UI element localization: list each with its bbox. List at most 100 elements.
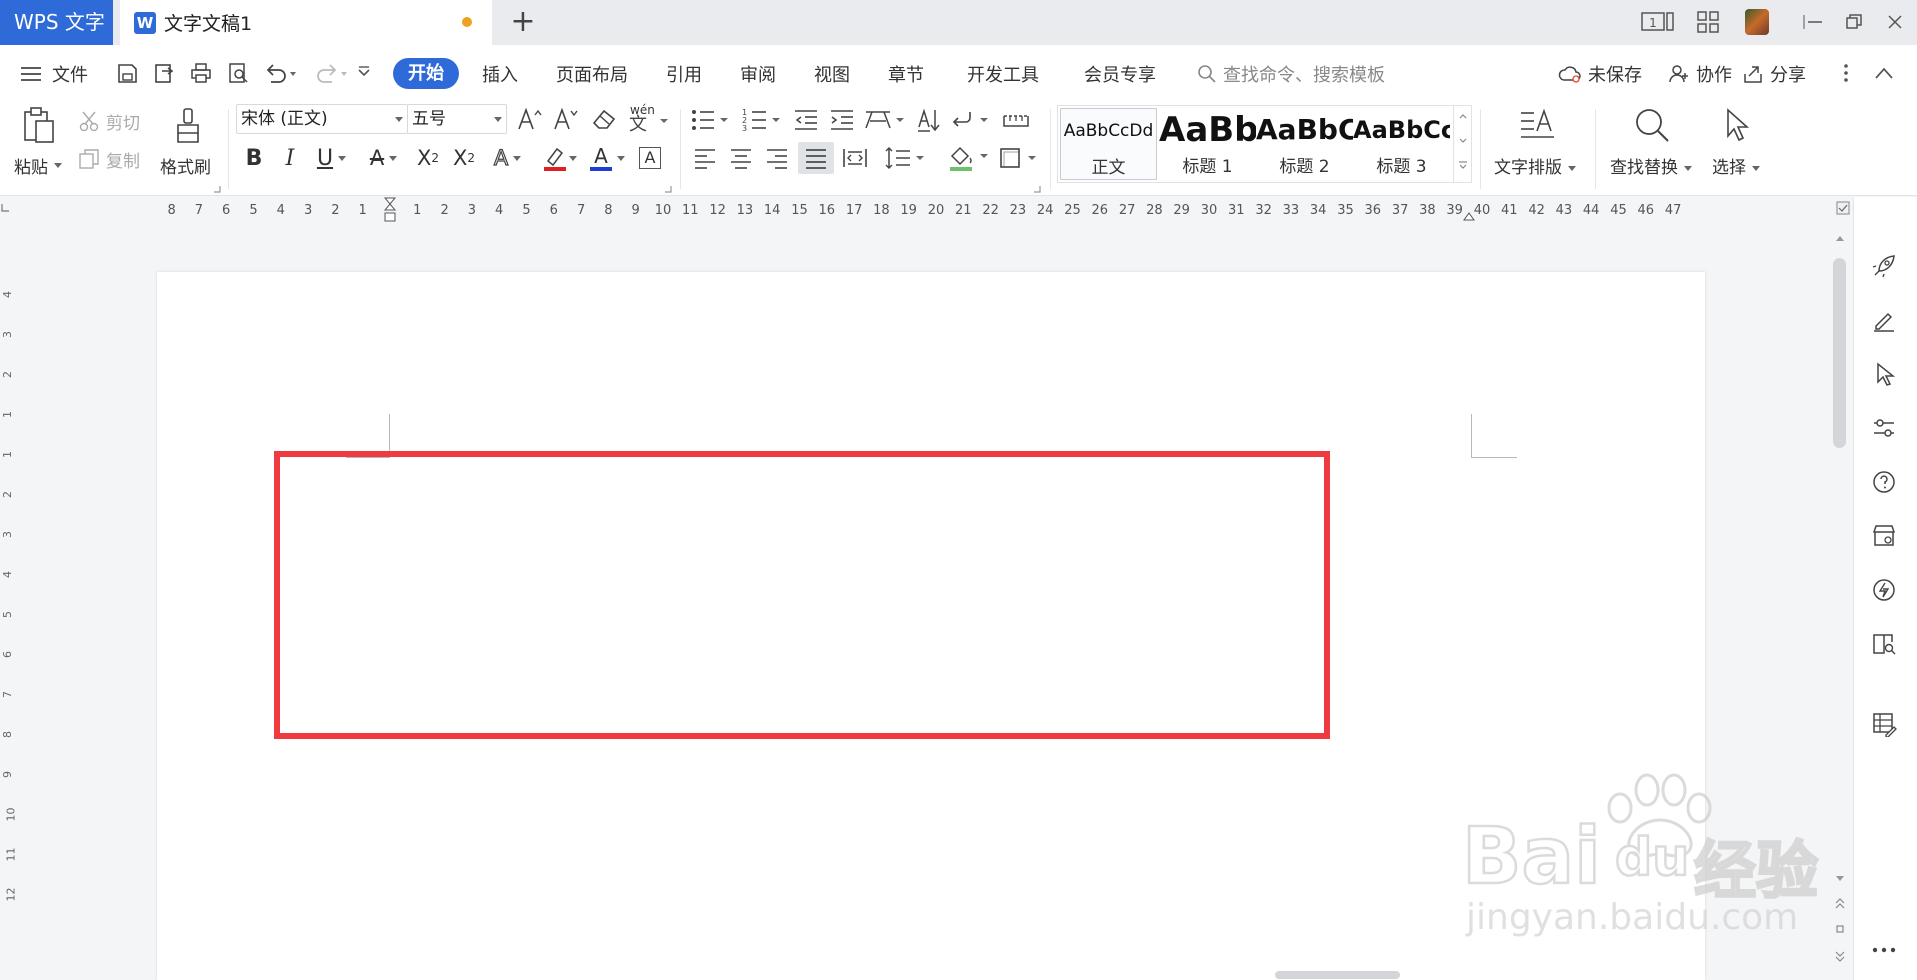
sidebar-rocket-button[interactable] — [1866, 248, 1902, 284]
underline-button[interactable]: U — [310, 141, 354, 175]
collaborate-button[interactable]: 协作 — [1668, 61, 1732, 87]
tab-home[interactable]: 开始 — [393, 58, 459, 89]
borders-button[interactable] — [998, 143, 1042, 173]
export-pdf-button[interactable] — [150, 59, 178, 87]
superscript-button[interactable]: X2 — [412, 141, 444, 175]
redo-button[interactable] — [312, 59, 352, 87]
save-quick-button[interactable] — [113, 59, 141, 87]
share-button[interactable]: 分享 — [1742, 61, 1806, 87]
justify-button[interactable] — [798, 142, 834, 174]
collapse-ribbon-button[interactable] — [1870, 59, 1898, 87]
paste-button[interactable] — [18, 105, 60, 147]
numbering-button[interactable]: 123 — [742, 105, 786, 135]
sidebar-properties-button[interactable] — [1866, 410, 1902, 446]
align-left-button[interactable] — [690, 143, 720, 173]
horizontal-scroll-thumb[interactable] — [1275, 971, 1400, 979]
bold-button[interactable]: B — [240, 141, 268, 175]
select-button[interactable]: 选择 — [1712, 153, 1761, 178]
line-spacing-button[interactable] — [884, 143, 928, 173]
paste-label[interactable]: 粘贴 — [14, 153, 48, 178]
sidebar-select-button[interactable] — [1866, 356, 1902, 392]
document-tab[interactable]: W 文字文稿1 — [120, 0, 492, 45]
apps-grid-button[interactable] — [1692, 8, 1724, 36]
strikethrough-button[interactable]: A — [362, 141, 406, 175]
chinese-layout-button[interactable] — [864, 105, 908, 135]
minimize-button[interactable] — [1800, 8, 1830, 36]
restore-button[interactable] — [1839, 8, 1869, 36]
sidebar-edit-button[interactable] — [1866, 302, 1902, 338]
indent-marker-icon[interactable] — [383, 197, 397, 231]
customize-toolbar-button[interactable] — [350, 59, 378, 87]
align-right-button[interactable] — [762, 143, 792, 173]
unsaved-status-button[interactable]: 未保存 — [1558, 61, 1642, 87]
vertical-ruler[interactable]: 4 3 2 1 1 2 3 4 5 6 7 8 9 10 11 12 — [1, 270, 20, 970]
page-view-button[interactable]: 1 — [1640, 8, 1676, 36]
find-replace-icon-button[interactable] — [1630, 105, 1674, 145]
font-name-select[interactable]: 宋体 (正文) — [236, 104, 408, 134]
right-indent-marker-icon[interactable] — [1462, 209, 1476, 221]
show-hide-marks-button[interactable] — [950, 105, 994, 135]
tab-references[interactable]: 引用 — [666, 61, 702, 87]
table-tools-button[interactable] — [1000, 105, 1032, 135]
undo-button[interactable] — [261, 59, 301, 87]
tab-view[interactable]: 视图 — [814, 61, 850, 87]
print-preview-button[interactable] — [224, 59, 252, 87]
print-button[interactable] — [187, 59, 215, 87]
format-painter-button[interactable] — [168, 105, 208, 147]
shrink-font-button[interactable] — [552, 105, 580, 133]
file-menu[interactable]: 文件 — [20, 61, 88, 87]
copy-button[interactable]: 复制 — [78, 145, 140, 173]
sidebar-table-button[interactable] — [1866, 706, 1902, 742]
tab-review[interactable]: 审阅 — [740, 61, 776, 87]
highlight-color-button[interactable] — [538, 141, 582, 175]
bullets-button[interactable] — [690, 105, 734, 135]
font-dialog-launcher-icon[interactable] — [664, 185, 672, 193]
sidebar-store-button[interactable] — [1866, 518, 1902, 554]
sort-button[interactable] — [914, 105, 944, 135]
tab-developer[interactable]: 开发工具 — [967, 61, 1039, 87]
select-icon-button[interactable] — [1716, 105, 1756, 145]
format-painter-label[interactable]: 格式刷 — [160, 153, 211, 178]
sidebar-more-button[interactable] — [1866, 932, 1902, 968]
tab-page-layout[interactable]: 页面布局 — [556, 61, 628, 87]
command-search[interactable]: 查找命令、搜索模板 — [1197, 61, 1385, 87]
clear-format-button[interactable] — [590, 105, 618, 133]
text-layout-icon-button[interactable] — [1516, 105, 1560, 145]
subscript-button[interactable]: X2 — [448, 141, 480, 175]
style-heading-2[interactable]: AaBbC 标题 2 — [1256, 108, 1353, 180]
paragraph-dialog-launcher-icon[interactable] — [1033, 185, 1041, 193]
scroll-up-icon[interactable] — [1835, 234, 1845, 242]
tab-insert[interactable]: 插入 — [482, 61, 518, 87]
text-effect-button[interactable]: A — [486, 141, 530, 175]
style-heading-1[interactable]: AaBb 标题 1 — [1159, 108, 1256, 180]
sidebar-quick-action-button[interactable] — [1866, 572, 1902, 608]
paste-dropdown-icon[interactable] — [53, 161, 63, 169]
styles-scroll-arrows-icon[interactable] — [1454, 106, 1472, 182]
phonetic-guide-button[interactable]: wén 文 — [626, 103, 670, 133]
distribute-button[interactable] — [840, 143, 870, 173]
tab-membership[interactable]: 会员专享 — [1084, 61, 1156, 87]
clipboard-dialog-launcher-icon[interactable] — [213, 185, 221, 193]
ruler-toggle-icon[interactable] — [1836, 201, 1850, 215]
style-heading-3[interactable]: AaBbCc 标题 3 — [1353, 108, 1450, 180]
sidebar-reading-button[interactable] — [1866, 626, 1902, 662]
tab-chapter[interactable]: 章节 — [888, 61, 924, 87]
shading-button[interactable] — [948, 143, 992, 173]
text-layout-button[interactable]: 文字排版 — [1494, 153, 1577, 178]
italic-button[interactable]: I — [276, 141, 304, 175]
more-options-button[interactable] — [1832, 59, 1860, 87]
new-tab-button[interactable]: + — [505, 5, 541, 41]
character-border-button[interactable]: A — [636, 143, 664, 173]
horizontal-ruler[interactable]: 8 7 6 5 4 3 2 1 1 2 3 4 5 6 7 8 9 10 11 12 13 14 15 16 17 18 19 20 2… — [0, 197, 1855, 223]
font-size-select[interactable]: 五号 — [407, 104, 507, 134]
style-normal[interactable]: AaBbCcDd 正文 — [1060, 108, 1157, 180]
decrease-indent-button[interactable] — [792, 105, 820, 135]
sidebar-help-button[interactable] — [1866, 464, 1902, 500]
cut-button[interactable]: 剪切 — [78, 107, 140, 135]
grow-font-button[interactable] — [516, 105, 544, 133]
vertical-scroll-thumb[interactable] — [1833, 258, 1846, 448]
font-color-button[interactable]: A — [586, 141, 630, 175]
tab-stop-selector-icon[interactable] — [0, 203, 10, 213]
find-replace-button[interactable]: 查找替换 — [1610, 153, 1693, 178]
app-tab-wps[interactable]: WPS 文字 — [0, 0, 113, 45]
